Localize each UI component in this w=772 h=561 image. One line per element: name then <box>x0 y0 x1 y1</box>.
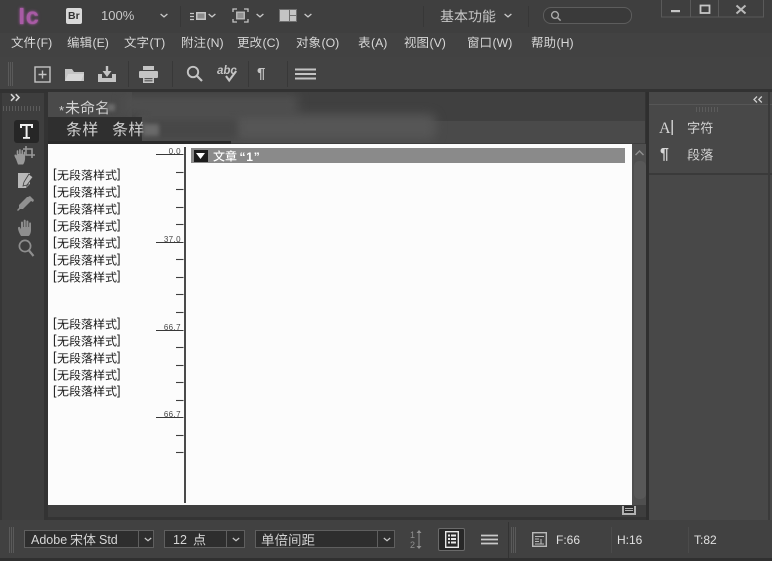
svg-text:2: 2 <box>410 540 415 550</box>
svg-text:A: A <box>659 120 671 136</box>
svg-text:1: 1 <box>410 530 415 540</box>
